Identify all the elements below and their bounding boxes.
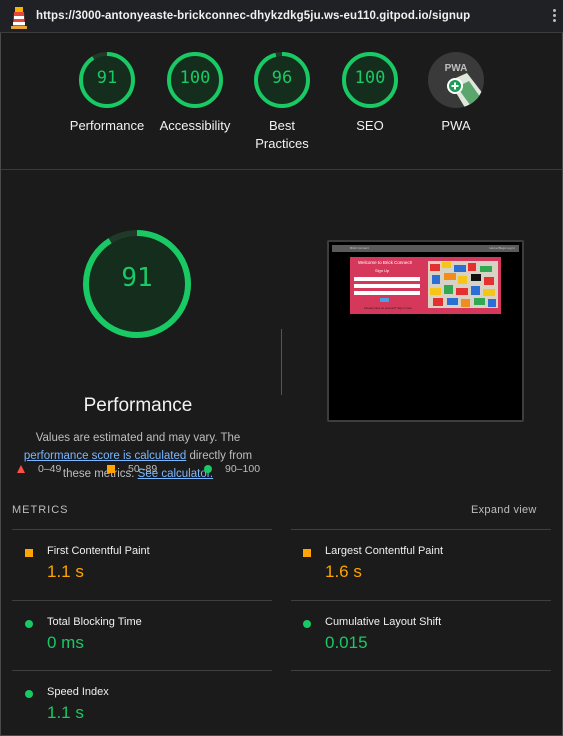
legend-range: 90–100 [225, 463, 261, 475]
score-calculated-link[interactable]: performance score is calculated [24, 450, 186, 462]
screenshot-card-subtitle: Sign Up [375, 268, 390, 273]
metric-name: Cumulative Layout Shift [325, 616, 442, 628]
square-icon [303, 549, 311, 557]
legend-range: 50–89 [128, 463, 158, 475]
divider [12, 600, 272, 601]
svg-text:PWA: PWA [445, 63, 468, 74]
divider [12, 529, 272, 530]
page-url[interactable]: https://3000-antonyeaste-brickconnec-dhy… [36, 10, 470, 22]
metric-value: 0.015 [325, 633, 368, 652]
category-gauges: 91 Performance 100 Accessibility 96 Best… [1, 33, 562, 170]
metrics-heading: METRICS [12, 504, 69, 516]
screenshot-input [354, 284, 420, 288]
gauge-label: Accessibility [159, 118, 231, 133]
metric-value: 1.1 s [47, 703, 84, 722]
gauge-label: Best Practices [255, 118, 309, 151]
metric-value: 0 ms [47, 633, 84, 652]
gauge-performance[interactable]: 91 Performance [62, 51, 152, 135]
gauge-score: 91 [96, 68, 118, 88]
divider [291, 529, 551, 530]
divider [281, 329, 282, 395]
lighthouse-logo-icon [11, 7, 27, 29]
expand-view-button[interactable]: Expand view [471, 504, 537, 516]
screenshot-button [380, 298, 389, 302]
gauge-label: Performance [69, 118, 145, 133]
gauge-score: 100 [354, 68, 386, 88]
divider [291, 670, 551, 671]
screenshot-input [354, 291, 420, 295]
circle-icon [25, 620, 33, 628]
screenshot-nav-links: Home Blogs Log In [489, 246, 515, 250]
report-frame: 91 Performance 100 Accessibility 96 Best… [0, 33, 563, 736]
performance-gauge-large: 91 [81, 228, 193, 340]
legend-average: 50–89 [107, 463, 157, 475]
screenshot-signup-card: Welcome to Brick Connect! Sign Up Alread… [350, 257, 501, 314]
performance-title: Performance [83, 395, 193, 416]
gauge-label: PWA [441, 118, 471, 133]
triangle-icon [17, 465, 25, 473]
more-options-icon[interactable] [551, 7, 557, 27]
final-screenshot[interactable]: Brick Connect Home Blogs Log In Welcome … [327, 240, 524, 422]
gauge-seo[interactable]: 100 SEO [325, 51, 415, 135]
screenshot-navbar: Brick Connect Home Blogs Log In [332, 245, 519, 252]
gauge-score: 100 [179, 68, 211, 88]
gauge-label: SEO [356, 118, 384, 133]
gauge-accessibility[interactable]: 100 Accessibility [150, 51, 240, 135]
circle-icon [204, 465, 212, 473]
score-legend: 0–49 50–89 90–100 [17, 463, 277, 479]
square-icon [25, 549, 33, 557]
metric-name: Speed Index [47, 686, 109, 698]
screenshot-card-footer: Already have an account? Sign in here [364, 306, 413, 310]
gauge-best-practices[interactable]: 96 Best Practices [237, 51, 327, 153]
legend-fail: 0–49 [17, 463, 61, 475]
screenshot-nav-title: Brick Connect [350, 246, 369, 250]
divider [12, 670, 272, 671]
screenshot-input [354, 277, 420, 281]
legend-pass: 90–100 [204, 463, 260, 475]
performance-score: 91 [121, 263, 153, 293]
screenshot-card-title: Welcome to Brick Connect! [358, 260, 413, 265]
metric-name: Total Blocking Time [47, 616, 142, 628]
pwa-badge-icon: PWA [428, 52, 484, 108]
circle-icon [25, 690, 33, 698]
metric-value: 1.6 s [325, 562, 362, 581]
metric-name: Largest Contentful Paint [325, 545, 444, 557]
circle-icon [303, 620, 311, 628]
desc-text: Values are estimated and may vary. The [35, 432, 241, 444]
url-bar: https://3000-antonyeaste-brickconnec-dhy… [0, 0, 563, 33]
gauge-pwa[interactable]: PWA PWA [411, 51, 501, 135]
square-icon [107, 465, 115, 473]
legend-range: 0–49 [38, 463, 62, 475]
gauge-score: 96 [271, 68, 293, 88]
divider [291, 600, 551, 601]
metric-name: First Contentful Paint [47, 545, 150, 557]
metric-value: 1.1 s [47, 562, 84, 581]
lego-bricks-image [428, 261, 498, 308]
